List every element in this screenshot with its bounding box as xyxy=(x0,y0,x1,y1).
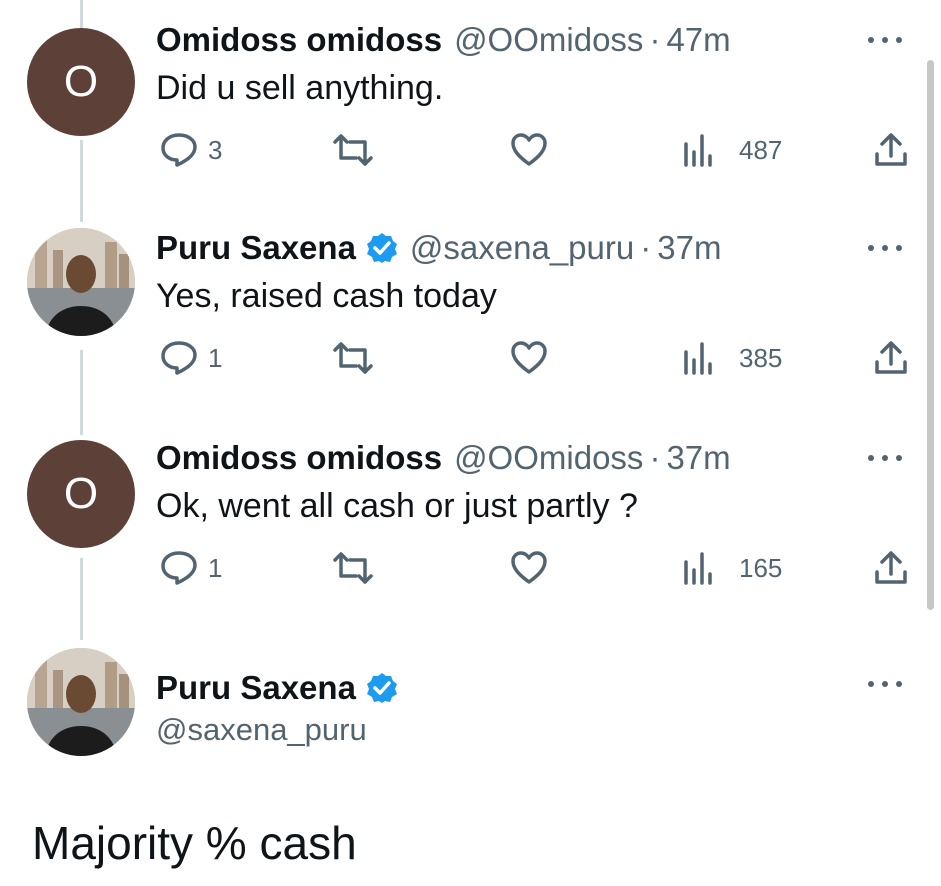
like-button[interactable] xyxy=(510,340,548,376)
heart-icon xyxy=(511,551,547,584)
more-options-icon[interactable] xyxy=(860,238,910,258)
reply-button[interactable]: 1 xyxy=(160,550,222,586)
author-block[interactable]: Puru Saxena @saxena_puru xyxy=(156,668,398,748)
author-name[interactable]: Puru Saxena xyxy=(156,228,356,268)
author-name[interactable]: Omidoss omidoss xyxy=(156,20,442,60)
avatar[interactable] xyxy=(27,648,135,756)
author-handle[interactable]: @saxena_puru xyxy=(410,228,634,268)
view-count: 165 xyxy=(739,552,783,583)
thread-connector-line xyxy=(80,0,83,28)
tweet-header: Omidoss omidoss @OOmidoss · 37m xyxy=(156,438,731,478)
tweet-header: Omidoss omidoss @OOmidoss · 47m xyxy=(156,20,731,60)
action-bar: 3 487 xyxy=(0,132,941,182)
heart-icon xyxy=(511,341,547,374)
view-count: 487 xyxy=(739,134,783,165)
views-button[interactable]: 165 xyxy=(683,550,782,586)
retweet-button[interactable] xyxy=(330,340,376,376)
avatar-letter: O xyxy=(63,469,99,518)
reply-count: 3 xyxy=(208,134,223,165)
share-icon xyxy=(875,341,907,374)
share-button[interactable] xyxy=(873,340,909,376)
more-options-icon[interactable] xyxy=(860,674,910,694)
avatar[interactable]: O xyxy=(27,440,135,548)
share-button[interactable] xyxy=(873,132,909,168)
reply-icon xyxy=(161,551,197,585)
reply-count: 1 xyxy=(208,552,223,583)
tweet-text: Majority % cash xyxy=(32,817,357,869)
views-button[interactable]: 487 xyxy=(683,132,782,168)
reply-icon xyxy=(161,341,197,375)
share-icon xyxy=(875,551,907,584)
author-name[interactable]: Puru Saxena xyxy=(156,668,356,708)
avatar[interactable]: O xyxy=(27,28,135,136)
view-count: 385 xyxy=(739,342,783,373)
verified-badge-icon xyxy=(366,232,398,264)
action-bar: 1 385 xyxy=(0,340,941,390)
timestamp[interactable]: 37m xyxy=(666,438,730,478)
share-icon xyxy=(875,133,907,166)
timestamp[interactable]: 47m xyxy=(666,20,730,60)
author-handle[interactable]: @saxena_puru xyxy=(156,712,398,748)
like-button[interactable] xyxy=(510,550,548,586)
author-handle[interactable]: @OOmidoss xyxy=(454,20,643,60)
action-bar: 1 165 xyxy=(0,550,941,600)
reply-count: 1 xyxy=(208,342,223,373)
retweet-icon xyxy=(333,342,373,374)
separator-dot: · xyxy=(649,439,661,476)
views-chart-icon xyxy=(684,342,712,375)
verified-badge-icon xyxy=(366,672,398,704)
retweet-icon xyxy=(333,552,373,584)
retweet-button[interactable] xyxy=(330,550,376,586)
tweet-text: Yes, raised cash today xyxy=(156,277,497,315)
author-name[interactable]: Omidoss omidoss xyxy=(156,438,442,478)
reply-button[interactable]: 1 xyxy=(160,340,222,376)
like-button[interactable] xyxy=(510,132,548,168)
more-options-icon[interactable] xyxy=(860,448,910,468)
tweet-text: Ok, went all cash or just partly ? xyxy=(156,487,638,525)
timestamp[interactable]: 37m xyxy=(657,228,721,268)
separator-dot: · xyxy=(649,21,661,58)
retweet-button[interactable] xyxy=(330,132,376,168)
views-chart-icon xyxy=(684,134,712,167)
avatar[interactable] xyxy=(27,228,135,336)
separator-dot: · xyxy=(640,229,652,266)
reply-icon xyxy=(161,133,197,167)
views-chart-icon xyxy=(684,552,712,585)
reply-button[interactable]: 3 xyxy=(160,132,222,168)
tweet-header: Puru Saxena @saxena_puru · 37m xyxy=(156,228,721,268)
heart-icon xyxy=(511,133,547,166)
avatar-letter: O xyxy=(63,57,99,106)
retweet-icon xyxy=(333,134,373,166)
share-button[interactable] xyxy=(873,550,909,586)
views-button[interactable]: 385 xyxy=(683,340,782,376)
tweet-text: Did u sell anything. xyxy=(156,69,444,107)
more-options-icon[interactable] xyxy=(860,30,910,50)
author-handle[interactable]: @OOmidoss xyxy=(454,438,643,478)
